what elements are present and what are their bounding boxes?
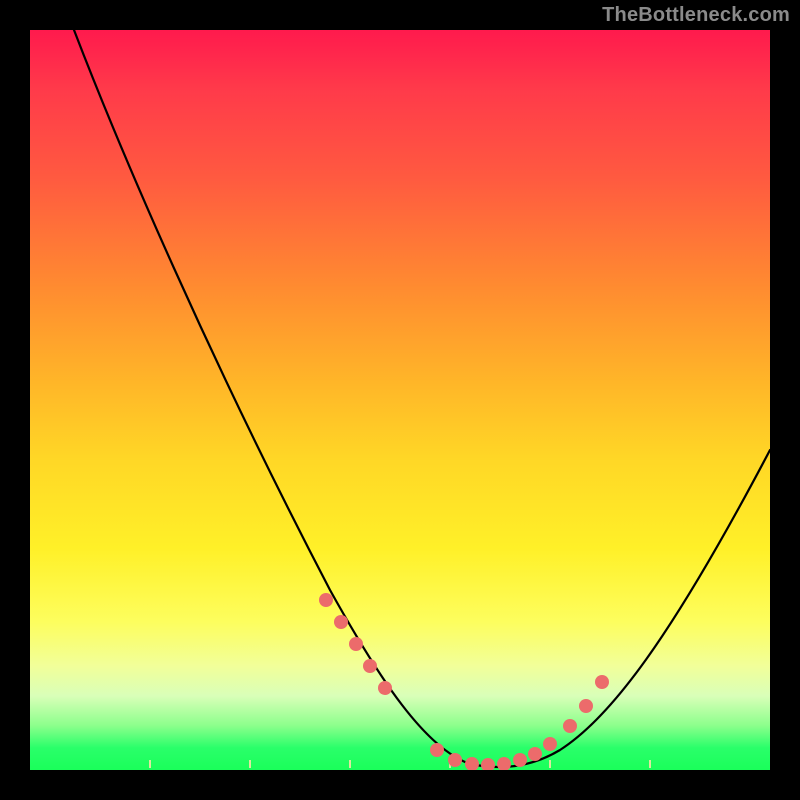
- bottleneck-curve: [74, 30, 770, 767]
- chart-svg: [30, 30, 770, 770]
- plot-area: [30, 30, 770, 770]
- watermark-text: TheBottleneck.com: [602, 4, 790, 27]
- chart-frame: TheBottleneck.com: [0, 0, 800, 800]
- x-ticks: [150, 760, 650, 768]
- highlight-dots: [319, 593, 609, 770]
